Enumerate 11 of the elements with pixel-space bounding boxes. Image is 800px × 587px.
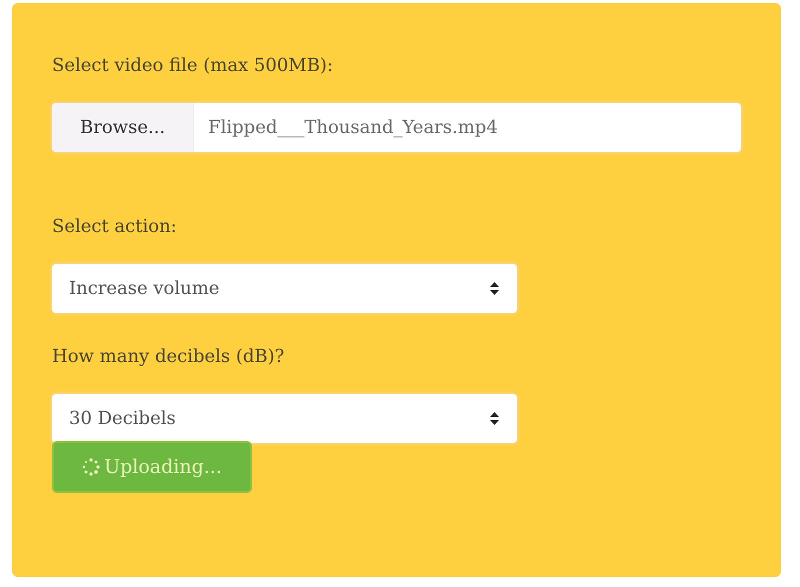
sort-caret-icon	[490, 412, 499, 425]
file-name: Flipped___Thousand_Years.mp4	[207, 116, 498, 140]
field-label: Select action:	[52, 216, 177, 237]
select-dropdown[interactable]: Increase volume	[52, 264, 517, 313]
browse-button[interactable]: Browse...	[52, 103, 194, 152]
spinner-icon	[82, 458, 100, 476]
field-label: How many decibels (dB)?	[52, 346, 284, 367]
select-dropdown[interactable]: 30 Decibels	[52, 394, 517, 443]
sort-caret-icon	[490, 282, 499, 295]
field-label: Select video file (max 500MB):	[52, 55, 334, 76]
file-input[interactable]: Browse... Flipped___Thousand_Years.mp4	[52, 103, 741, 152]
